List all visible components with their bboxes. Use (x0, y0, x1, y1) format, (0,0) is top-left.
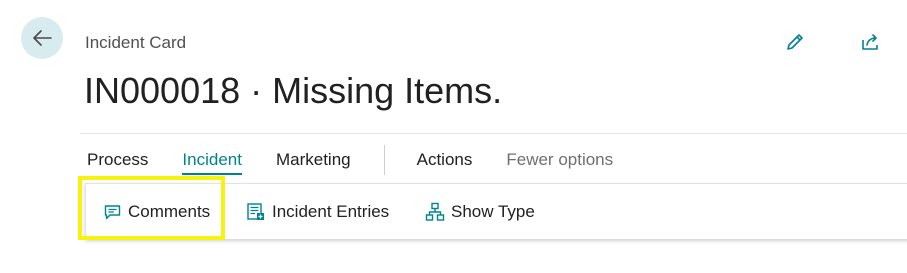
arrow-left-icon (33, 30, 52, 46)
header-divider (80, 133, 907, 134)
comments-label: Comments (128, 202, 211, 221)
comments-button[interactable]: Comments (103, 199, 210, 225)
incident-entries-button[interactable]: Incident Entries (246, 199, 389, 225)
menu-incident[interactable]: Incident (182, 149, 242, 175)
page-caption: Incident Card (85, 33, 187, 52)
back-button[interactable] (21, 17, 63, 59)
menu-process[interactable]: Process (87, 149, 148, 171)
incident-entries-label: Incident Entries (272, 202, 390, 221)
menu-separator (383, 145, 385, 175)
menu-fewer-options[interactable]: Fewer options (506, 149, 613, 171)
show-type-button[interactable]: Show Type (425, 199, 535, 225)
page-title: IN000018 · Missing Items. (84, 70, 503, 111)
entries-icon (247, 203, 264, 220)
action-menu: Process Incident Marketing Actions Fewer… (87, 145, 613, 175)
menu-actions[interactable]: Actions (417, 149, 473, 171)
pencil-icon (787, 34, 803, 50)
share-icon (862, 34, 878, 50)
share-button[interactable] (857, 29, 883, 55)
show-type-label: Show Type (451, 202, 535, 221)
menu-marketing[interactable]: Marketing (276, 149, 351, 171)
edit-button[interactable] (782, 29, 808, 55)
hierarchy-icon (425, 202, 445, 221)
comment-icon (104, 204, 121, 219)
